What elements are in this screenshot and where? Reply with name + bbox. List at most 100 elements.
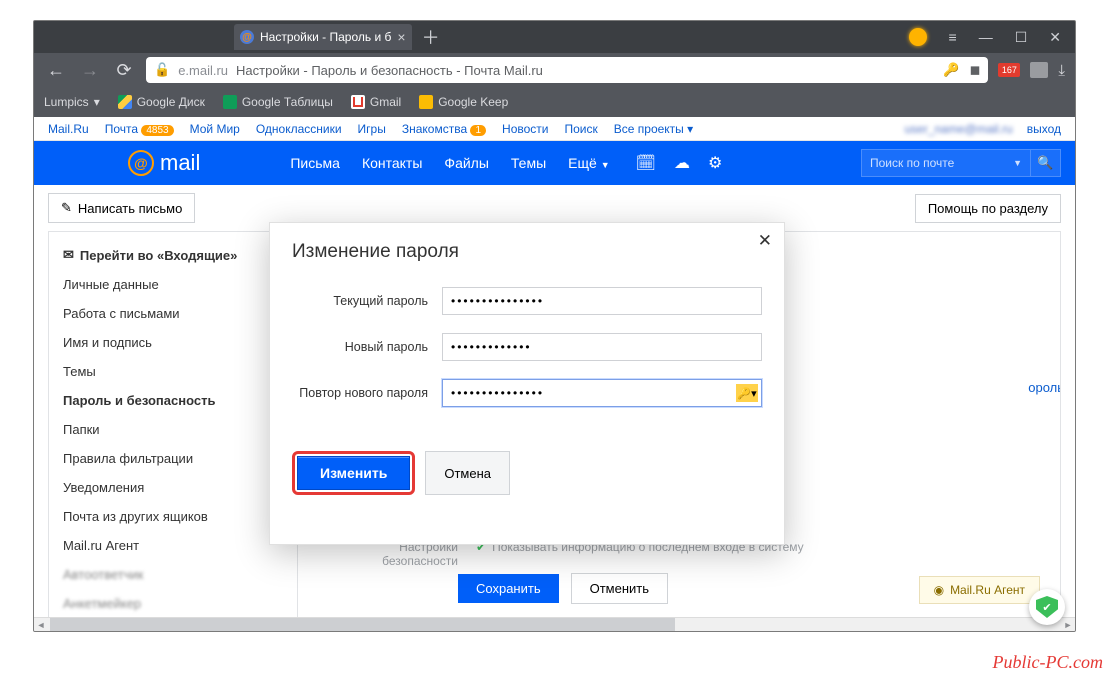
mail-header: @ mail Письма Контакты Файлы Темы Ещё ▼ …	[34, 141, 1075, 185]
nav-forward-button: →	[78, 60, 102, 81]
window-titlebar: @ Настройки - Пароль и б × ＋ ≡ ― ☐ ✕	[34, 21, 1075, 53]
sidebar-item-security[interactable]: Пароль и безопасность	[49, 386, 297, 415]
extension-grey-icon[interactable]	[1030, 62, 1048, 78]
adguard-shield-icon[interactable]: ✔	[1029, 589, 1065, 625]
url-rest: Настройки - Пароль и безопасность - Почт…	[236, 63, 543, 78]
chevron-down-icon[interactable]: ▼	[1013, 158, 1022, 168]
bg-cancel-button[interactable]: Отменить	[571, 573, 668, 604]
nav-back-button[interactable]: ←	[44, 60, 68, 81]
current-password-input[interactable]	[442, 287, 762, 315]
url-host: e.mail.ru	[178, 63, 228, 78]
bookmark-lumpics[interactable]: Lumpics ▾	[44, 95, 100, 109]
sidebar-item-folders[interactable]: Папки	[49, 415, 297, 444]
label-new-password: Новый пароль	[292, 340, 442, 354]
sidebar-item-external[interactable]: Почта из других ящиков	[49, 502, 297, 531]
scroll-thumb[interactable]	[50, 618, 675, 631]
bookmark-google-keep[interactable]: Google Keep	[419, 95, 508, 109]
bookmark-google-drive[interactable]: Google Диск	[118, 95, 205, 109]
sidebar-item-inbox[interactable]: ✉ Перейти во «Входящие»	[49, 240, 297, 270]
highlight-ring: Изменить	[292, 451, 415, 495]
tab-title: Настройки - Пароль и б	[260, 30, 391, 44]
logout-link[interactable]: выход	[1027, 122, 1061, 136]
scroll-right-icon[interactable]: ►	[1061, 618, 1075, 631]
sidebar-item-filters[interactable]: Правила фильтрации	[49, 444, 297, 473]
sidebar-item-letters[interactable]: Работа с письмами	[49, 299, 297, 328]
gear-icon[interactable]: ⚙	[708, 153, 722, 173]
modal-close-icon[interactable]: ✕	[758, 231, 772, 251]
menu-icon[interactable]: ≡	[949, 29, 957, 45]
bg-link-password[interactable]: ороль	[1028, 380, 1061, 395]
bookmark-google-sheets[interactable]: Google Таблицы	[223, 95, 333, 109]
pochta-badge: 4853	[141, 125, 173, 136]
lock-icon: 🔓	[154, 62, 170, 78]
portal-link-odnoklassniki[interactable]: Одноклассники	[256, 122, 342, 136]
znak-badge: 1	[470, 125, 486, 136]
change-password-modal: ✕ Изменение пароля Текущий пароль Новый …	[269, 222, 785, 545]
window-close[interactable]: ✕	[1049, 29, 1061, 46]
url-field[interactable]: 🔓 e.mail.ru Настройки - Пароль и безопас…	[146, 57, 988, 83]
label-current-password: Текущий пароль	[292, 294, 442, 308]
sidebar-item-autoresponder[interactable]: Автоответчик	[49, 560, 297, 589]
sidebar-item-signature[interactable]: Имя и подпись	[49, 328, 297, 357]
agent-icon: ◉	[934, 583, 944, 597]
new-password-input[interactable]	[442, 333, 762, 361]
bg-save-button[interactable]: Сохранить	[458, 574, 559, 603]
sidebar-item-agent[interactable]: Mail.ru Агент	[49, 531, 297, 560]
calendar-icon[interactable]: 🗓	[636, 153, 656, 173]
nav-temy[interactable]: Темы	[511, 155, 546, 171]
user-email[interactable]: user_name@mail.ru	[904, 122, 1012, 136]
settings-sidebar: ✉ Перейти во «Входящие» Личные данные Ра…	[48, 231, 298, 623]
key-icon[interactable]: 🔑	[943, 62, 959, 78]
bookmark-icon[interactable]: ◼	[970, 62, 981, 78]
portal-link-novosti[interactable]: Новости	[502, 122, 548, 136]
sidebar-item-themes[interactable]: Темы	[49, 357, 297, 386]
nav-pisma[interactable]: Письма	[290, 155, 340, 171]
portal-link-igry[interactable]: Игры	[358, 122, 386, 136]
new-tab-button[interactable]: ＋	[412, 24, 450, 50]
nav-esche[interactable]: Ещё ▼	[568, 155, 609, 171]
bg-agent-chip[interactable]: ◉ Mail.Ru Агент	[919, 576, 1040, 604]
portal-link-moimir[interactable]: Мой Мир	[190, 122, 240, 136]
modal-title: Изменение пароля	[292, 241, 762, 263]
portal-link-vse[interactable]: Все проекты ▾	[614, 122, 693, 136]
horizontal-scrollbar[interactable]: ◄ ►	[34, 617, 1075, 631]
mail-search-input[interactable]: Поиск по почте ▼	[861, 149, 1031, 177]
extension-icon[interactable]	[909, 28, 927, 46]
browser-tab[interactable]: @ Настройки - Пароль и б ×	[234, 24, 412, 50]
envelope-icon: ✉	[63, 247, 74, 263]
cancel-button[interactable]: Отмена	[425, 451, 510, 495]
portal-bar: Mail.Ru Почта 4853 Мой Мир Одноклассники…	[34, 117, 1075, 141]
extension-badge[interactable]: 167	[998, 63, 1020, 77]
downloads-icon[interactable]: ⤓	[1058, 62, 1065, 79]
sidebar-item-anketmaker[interactable]: Анкетмейкер	[49, 589, 297, 618]
portal-link-pochta[interactable]: Почта	[105, 122, 138, 136]
nav-kontakty[interactable]: Контакты	[362, 155, 422, 171]
compose-button[interactable]: ✎ Написать письмо	[48, 193, 195, 223]
at-icon: @	[128, 150, 154, 176]
window-minimize[interactable]: ―	[979, 29, 993, 45]
password-manager-key-icon[interactable]: 🔑▾	[736, 384, 758, 402]
mail-logo[interactable]: @ mail	[48, 150, 200, 176]
watermark: Public-PC.com	[993, 652, 1103, 673]
help-button[interactable]: Помощь по разделу	[915, 194, 1061, 223]
label-repeat-password: Повтор нового пароля	[292, 386, 442, 400]
window-maximize[interactable]: ☐	[1015, 29, 1028, 46]
tab-close-icon[interactable]: ×	[397, 29, 405, 45]
address-bar: ← → ⟳ 🔓 e.mail.ru Настройки - Пароль и б…	[34, 53, 1075, 87]
sidebar-item-personal[interactable]: Личные данные	[49, 270, 297, 299]
scroll-left-icon[interactable]: ◄	[34, 618, 48, 631]
repeat-password-input[interactable]	[442, 379, 762, 407]
portal-link-poisk[interactable]: Поиск	[565, 122, 598, 136]
submit-button[interactable]: Изменить	[297, 456, 410, 490]
sidebar-item-notifications[interactable]: Уведомления	[49, 473, 297, 502]
mail-search-button[interactable]: 🔍	[1031, 149, 1061, 177]
nav-reload-button[interactable]: ⟳	[112, 60, 136, 81]
edit-icon: ✎	[61, 200, 72, 216]
portal-link-mailru[interactable]: Mail.Ru	[48, 122, 89, 136]
tab-favicon: @	[240, 30, 254, 44]
cloud-icon[interactable]: ☁	[674, 153, 690, 173]
bg-label2: безопасности	[368, 554, 458, 568]
nav-faily[interactable]: Файлы	[444, 155, 488, 171]
portal-link-znakomstva[interactable]: Знакомства	[402, 122, 467, 136]
bookmark-gmail[interactable]: Gmail	[351, 95, 401, 109]
